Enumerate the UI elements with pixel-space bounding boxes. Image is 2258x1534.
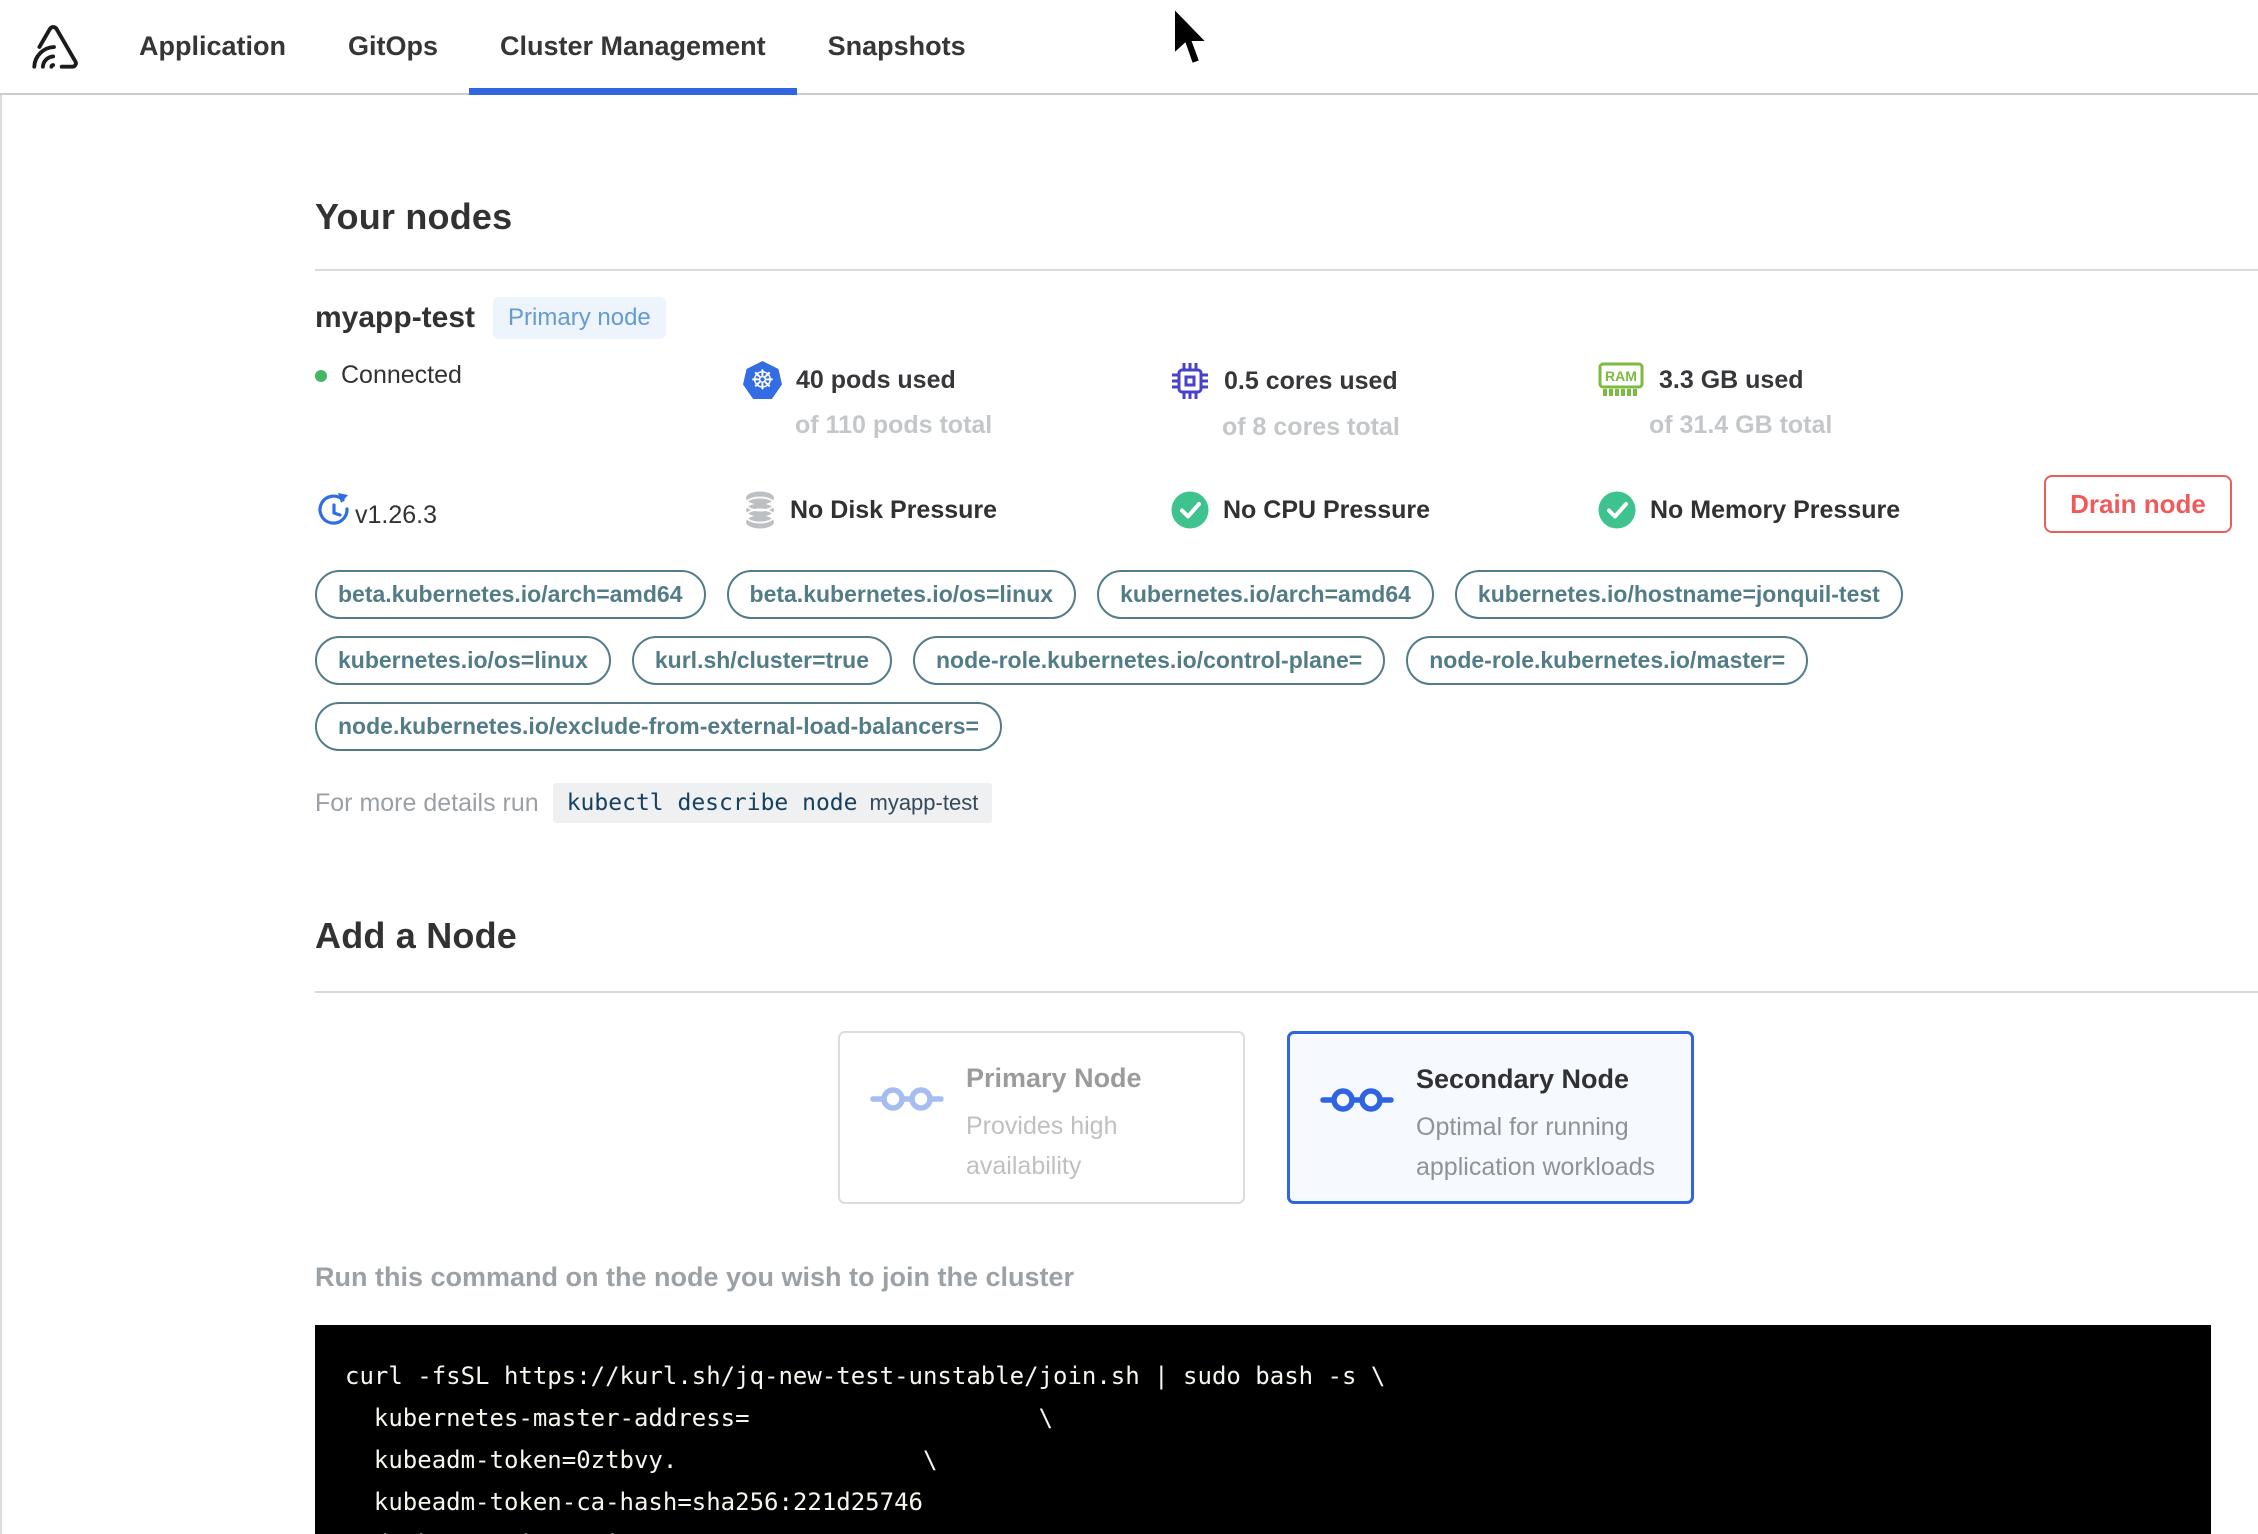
- node-label-pill: kubernetes.io/hostname=jonquil-test: [1454, 570, 1903, 619]
- node-type-options: Primary Node Provides high availability …: [315, 1031, 2258, 1204]
- node-labels: beta.kubernetes.io/arch=amd64 beta.kuber…: [315, 570, 2075, 751]
- node-link-icon: [870, 1081, 944, 1202]
- secondary-node-option[interactable]: Secondary Node Optimal for running appli…: [1287, 1031, 1694, 1204]
- primary-node-title: Primary Node: [966, 1063, 1142, 1093]
- node-label-pill: kubernetes.io/os=linux: [315, 636, 611, 685]
- memory-pressure-check-icon: [1597, 490, 1637, 530]
- kubectl-command-node-arg: myapp-test: [869, 790, 979, 815]
- tab-gitops[interactable]: GitOps: [317, 0, 469, 93]
- app-logo[interactable]: [0, 0, 108, 93]
- kubectl-describe-command: kubectl describe node myapp-test: [552, 783, 993, 823]
- page-content: Your nodes myapp-test Primary node Conne…: [0, 196, 2258, 1534]
- node-label-pill: node-role.kubernetes.io/control-plane=: [913, 636, 1386, 685]
- node-card: myapp-test Primary node Connected ☸ 40 p…: [315, 271, 2258, 823]
- node-label-pill: kurl.sh/cluster=true: [631, 636, 892, 685]
- disk-icon: [743, 490, 777, 530]
- join-command-terminal[interactable]: curl -fsSL https://kurl.sh/jq-new-test-u…: [315, 1325, 2211, 1534]
- primary-node-badge: Primary node: [493, 297, 666, 339]
- mouse-cursor: [1173, 8, 1210, 66]
- node-label-pill: beta.kubernetes.io/arch=amd64: [315, 570, 706, 619]
- tab-application[interactable]: Application: [108, 0, 317, 93]
- memory-total-value: of 31.4 GB total: [1649, 411, 1833, 439]
- kubectl-command-text: kubectl describe node: [566, 790, 858, 816]
- top-navigation: Application GitOps Cluster Management Sn…: [0, 0, 2258, 95]
- node-status-label: Connected: [341, 361, 462, 389]
- disk-pressure-label: No Disk Pressure: [790, 495, 998, 524]
- kubernetes-pods-icon: ☸: [743, 361, 782, 399]
- your-nodes-heading: Your nodes: [315, 196, 513, 237]
- node-name: myapp-test: [315, 301, 476, 334]
- kubernetes-version-icon: [315, 490, 353, 530]
- connected-status-dot: [315, 369, 327, 382]
- node-link-icon: [1320, 1082, 1394, 1201]
- svg-text:RAM: RAM: [1605, 368, 1637, 384]
- secondary-node-title: Secondary Node: [1416, 1064, 1630, 1094]
- cpu-chip-icon: [1170, 361, 1210, 401]
- kubernetes-version-value: v1.26.3: [355, 501, 438, 529]
- pods-used-value: 40 pods used: [796, 365, 956, 394]
- cores-total-value: of 8 cores total: [1222, 413, 1400, 441]
- primary-node-option[interactable]: Primary Node Provides high availability: [838, 1031, 1245, 1204]
- cpu-pressure-label: No CPU Pressure: [1223, 495, 1431, 524]
- secondary-node-description: Optimal for running application workload…: [1416, 1113, 1656, 1181]
- node-label-pill: node-role.kubernetes.io/master=: [1406, 636, 1809, 685]
- replicated-logo-icon: [32, 24, 78, 69]
- add-node-heading: Add a Node: [315, 915, 518, 956]
- cores-used-value: 0.5 cores used: [1224, 366, 1398, 395]
- primary-node-description: Provides high availability: [966, 1112, 1118, 1180]
- drain-node-button[interactable]: Drain node: [2044, 475, 2232, 533]
- nav-tabs: Application GitOps Cluster Management Sn…: [108, 0, 997, 95]
- node-stats-grid: Connected ☸ 40 pods used of 110 pods tot…: [315, 361, 2258, 530]
- memory-used-value: 3.3 GB used: [1659, 365, 1804, 394]
- pods-total-value: of 110 pods total: [795, 411, 993, 439]
- tab-cluster-management[interactable]: Cluster Management: [469, 0, 797, 95]
- tab-snapshots[interactable]: Snapshots: [797, 0, 997, 93]
- node-label-pill: node.kubernetes.io/exclude-from-external…: [315, 702, 1002, 751]
- section-divider-2: [315, 991, 2258, 993]
- join-command-instruction: Run this command on the node you wish to…: [315, 1262, 1075, 1292]
- cpu-pressure-check-icon: [1170, 490, 1210, 530]
- memory-pressure-label: No Memory Pressure: [1650, 495, 1901, 524]
- node-label-pill: beta.kubernetes.io/os=linux: [726, 570, 1077, 619]
- ram-icon: RAM: [1597, 361, 1645, 399]
- details-hint-text: For more details run: [315, 788, 539, 817]
- node-label-pill: kubernetes.io/arch=amd64: [1097, 570, 1434, 619]
